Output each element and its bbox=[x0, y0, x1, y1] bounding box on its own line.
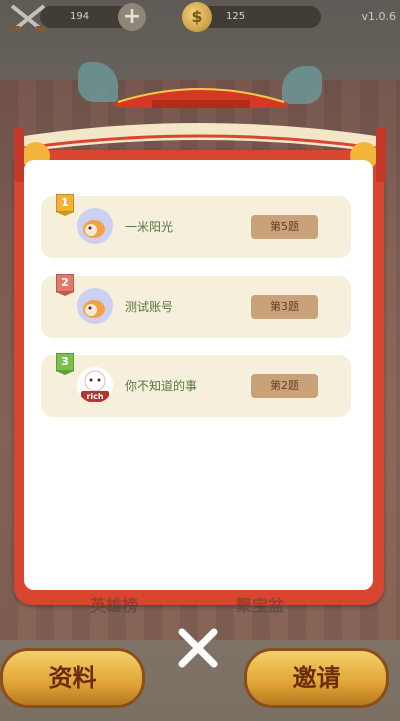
avatar bbox=[77, 208, 113, 244]
rank-number: 3 bbox=[61, 355, 69, 368]
hint-right: 聚宝盆 bbox=[236, 596, 285, 615]
hedgehog-icon bbox=[77, 208, 113, 244]
list-item[interactable]: 3 rich 你不知道的事 第2题 bbox=[41, 353, 351, 417]
hint-left: 英雄榜 bbox=[90, 596, 139, 615]
progress-tag: 第2题 bbox=[251, 374, 318, 398]
stat-2-value: 125 bbox=[226, 11, 246, 22]
list-item[interactable]: 1 一米阳光 第5题 bbox=[41, 194, 351, 258]
player-name: 一米阳光 bbox=[125, 220, 174, 234]
list-item[interactable]: 2 测试账号 第3题 bbox=[41, 274, 351, 338]
progress-tag: 第3题 bbox=[251, 295, 318, 319]
invite-button[interactable]: 邀请 bbox=[244, 648, 389, 708]
coin-icon: $ bbox=[182, 2, 212, 32]
version-label: v1.0.6 bbox=[361, 10, 397, 23]
add-button[interactable]: + bbox=[118, 3, 146, 31]
rank-number: 1 bbox=[61, 196, 69, 209]
stat-pill-2: 125 bbox=[196, 6, 321, 28]
close-icon[interactable] bbox=[174, 624, 222, 672]
avatar-rich-label: rich bbox=[86, 392, 104, 401]
player-name: 测试账号 bbox=[125, 300, 174, 314]
player-name: 你不知道的事 bbox=[125, 379, 198, 393]
profile-button[interactable]: 资料 bbox=[0, 648, 145, 708]
hedgehog-icon bbox=[77, 288, 113, 324]
rank-number: 2 bbox=[61, 276, 69, 289]
roof-decoration bbox=[112, 88, 290, 108]
stat-1-value: 194 bbox=[70, 11, 90, 22]
top-bar: 194 + 125 $ v1.0.6 bbox=[0, 0, 400, 36]
avatar bbox=[77, 288, 113, 324]
progress-tag: 第5题 bbox=[251, 215, 318, 239]
